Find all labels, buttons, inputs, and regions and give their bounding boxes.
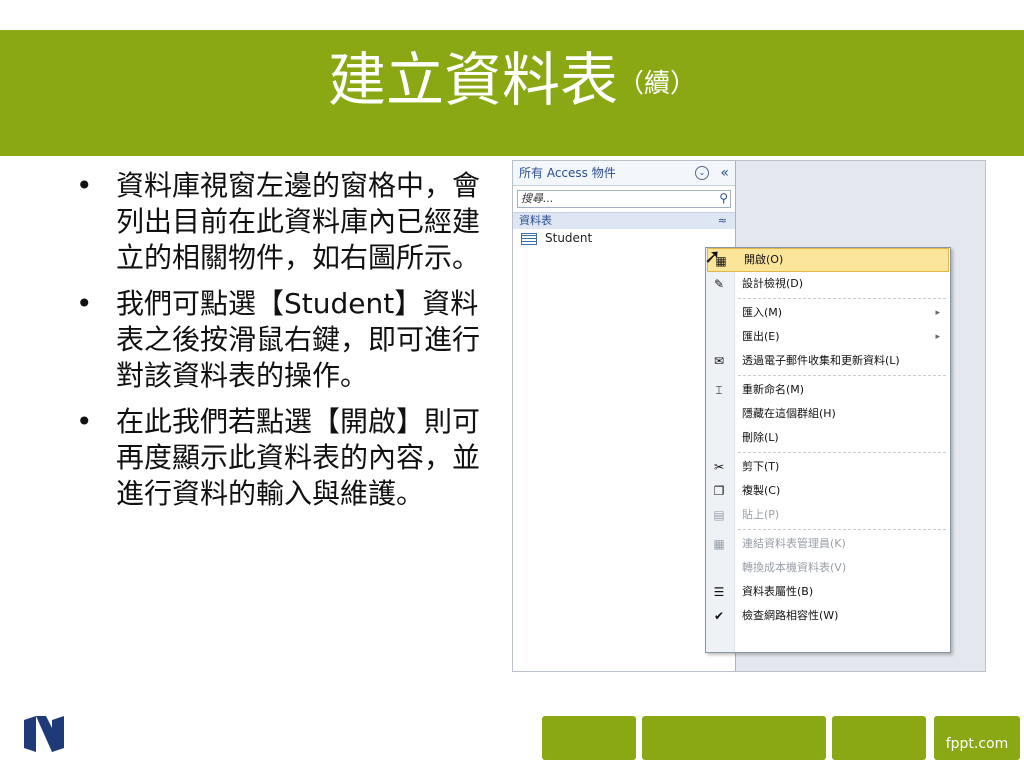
menu-separator xyxy=(738,375,946,376)
menu-item-export[interactable]: 匯出(E) ▸ xyxy=(706,325,950,349)
design-view-icon: ✎ xyxy=(713,277,725,291)
menu-item-label: 檢查網路相容性(W) xyxy=(742,609,839,622)
menu-item-linked-table-manager[interactable]: ▦ 連結資料表管理員(K) xyxy=(706,532,950,556)
menu-item-cut[interactable]: ✂ 剪下(T) xyxy=(706,455,950,479)
menu-item-label: 資料表屬性(B) xyxy=(742,585,814,598)
menu-item-design-view[interactable]: ✎ 設計檢視(D) xyxy=(706,272,950,296)
slide-title: 建立資料表（續） xyxy=(327,46,697,114)
dropdown-icon[interactable]: ⌄ xyxy=(695,166,709,180)
rename-icon: ⌶ xyxy=(715,383,723,397)
menu-item-rename[interactable]: ⌶ 重新命名(M) xyxy=(706,378,950,402)
bullet-item: • 在此我們若點選【開啟】則可再度顯示此資料表的內容，並進行資料的輸入與維護。 xyxy=(72,404,492,512)
menu-item-import[interactable]: 匯入(M) ▸ xyxy=(706,301,950,325)
bullet-item: • 我們可點選【Student】資料表之後按滑鼠右鍵，即可進行對該資料表的操作。 xyxy=(72,286,492,394)
bullet-dot: • xyxy=(76,287,93,320)
bullet-text: 我們可點選【Student】資料表之後按滑鼠右鍵，即可進行對該資料表的操作。 xyxy=(116,287,481,392)
footer-bar xyxy=(832,716,926,760)
menu-item-label: 剪下(T) xyxy=(742,460,780,473)
menu-separator xyxy=(738,452,946,453)
footer-bar xyxy=(542,716,636,760)
web-check-icon: ✔ xyxy=(713,609,725,623)
copy-icon: ❐ xyxy=(713,484,725,498)
menu-item-label: 設計檢視(D) xyxy=(742,277,804,290)
bullet-text: 在此我們若點選【開啟】則可再度顯示此資料表的內容，並進行資料的輸入與維護。 xyxy=(116,405,481,510)
menu-item-label: 開啟(O) xyxy=(744,253,784,266)
menu-item-label: 貼上(P) xyxy=(742,508,780,521)
bullet-dot: • xyxy=(76,169,93,202)
nav-item-student[interactable]: Student xyxy=(513,229,735,247)
menu-item-label: 重新命名(M) xyxy=(742,383,805,396)
menu-item-copy[interactable]: ❐ 複製(C) xyxy=(706,479,950,503)
nav-pane-header[interactable]: 所有 Access 物件 ⌄ « xyxy=(513,161,735,186)
context-menu: ▦ 開啟(O) ✎ 設計檢視(D) 匯入(M) ▸ 匯出(E) ▸ ✉ 透過電子郵件收集和… xyxy=(705,247,951,653)
access-screenshot: 所有 Access 物件 ⌄ « 搜尋... ⚲ 資料表 ≈ Student ▦… xyxy=(512,160,986,672)
menu-item-label: 隱藏在這個群組(H) xyxy=(742,407,836,420)
menu-separator xyxy=(738,529,946,530)
scissors-icon: ✂ xyxy=(713,460,725,474)
menu-item-label: 轉換成本機資料表(V) xyxy=(742,561,847,574)
search-input[interactable]: 搜尋... ⚲ xyxy=(517,190,731,208)
menu-separator xyxy=(738,298,946,299)
chevron-up-icon[interactable]: ≈ xyxy=(718,213,727,229)
bullet-dot: • xyxy=(76,405,93,438)
submenu-arrow-icon: ▸ xyxy=(935,332,940,342)
logo-icon xyxy=(24,716,64,752)
mouse-cursor-icon: ➚ xyxy=(704,244,721,268)
menu-item-label: 透過電子郵件收集和更新資料(L) xyxy=(742,354,900,367)
menu-item-open[interactable]: ▦ 開啟(O) xyxy=(707,248,949,272)
footer-brand: fppt.com xyxy=(934,716,1020,760)
navigation-pane: 所有 Access 物件 ⌄ « 搜尋... ⚲ 資料表 ≈ Student xyxy=(513,161,736,671)
nav-item-label: Student xyxy=(545,231,593,245)
properties-icon: ☰ xyxy=(713,585,725,599)
menu-item-table-properties[interactable]: ☰ 資料表屬性(B) xyxy=(706,580,950,604)
menu-item-label: 刪除(L) xyxy=(742,431,779,444)
slide-title-sub: （續） xyxy=(618,68,697,99)
group-label: 資料表 xyxy=(519,214,552,227)
menu-item-delete[interactable]: 刪除(L) xyxy=(706,426,950,450)
submenu-arrow-icon: ▸ xyxy=(935,308,940,318)
bullet-text: 資料庫視窗左邊的窗格中，會列出目前在此資料庫內已經建立的相關物件，如右圖所示。 xyxy=(116,169,481,274)
collapse-icon[interactable]: « xyxy=(720,161,729,185)
menu-item-email-collect[interactable]: ✉ 透過電子郵件收集和更新資料(L) xyxy=(706,349,950,373)
footer-bar xyxy=(642,716,826,760)
table-icon xyxy=(521,232,537,245)
menu-item-hide[interactable]: 隱藏在這個群組(H) xyxy=(706,402,950,426)
bullet-item: • 資料庫視窗左邊的窗格中，會列出目前在此資料庫內已經建立的相關物件，如右圖所示。 xyxy=(72,168,492,276)
linked-table-icon: ▦ xyxy=(713,537,725,551)
menu-item-label: 複製(C) xyxy=(742,484,781,497)
search-placeholder: 搜尋... xyxy=(521,192,554,205)
email-icon: ✉ xyxy=(713,354,725,368)
menu-item-paste[interactable]: ▤ 貼上(P) xyxy=(706,503,950,527)
search-icon[interactable]: ⚲ xyxy=(719,190,728,206)
paste-icon: ▤ xyxy=(713,508,725,522)
menu-item-web-compat[interactable]: ✔ 檢查網路相容性(W) xyxy=(706,604,950,628)
menu-item-label: 連結資料表管理員(K) xyxy=(742,537,846,550)
bullet-list: • 資料庫視窗左邊的窗格中，會列出目前在此資料庫內已經建立的相關物件，如右圖所示。… xyxy=(72,168,492,522)
group-header-tables[interactable]: 資料表 ≈ xyxy=(513,212,735,229)
menu-item-label: 匯入(M) xyxy=(742,306,783,319)
nav-pane-title: 所有 Access 物件 xyxy=(519,166,616,180)
menu-item-convert-local[interactable]: 轉換成本機資料表(V) xyxy=(706,556,950,580)
menu-item-label: 匯出(E) xyxy=(742,330,780,343)
